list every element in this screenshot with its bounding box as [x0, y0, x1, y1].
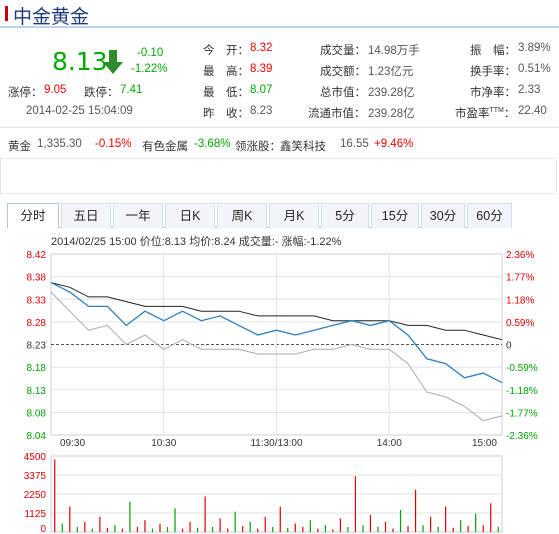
y2-tick-label: 2.36% [506, 250, 534, 261]
pe-colon: ： [503, 108, 516, 120]
high-label: 最 高： [203, 66, 249, 78]
x-tick-label: 10:30 [151, 438, 176, 449]
y2-tick-label: -1.18% [506, 386, 538, 397]
limit-up-value: 9.05 [44, 84, 67, 96]
y2-tick-label: -2.36% [506, 431, 538, 442]
turnover-rate-value: 0.51% [518, 63, 551, 75]
y-tick-label: 8.08 [27, 408, 47, 419]
leader-name[interactable]: 鑫笑科技 [280, 138, 326, 154]
y2-tick-label: 1.77% [506, 273, 534, 284]
leader-price: 16.55 [340, 138, 369, 150]
gold-price: 1,335.30 [37, 138, 82, 150]
y2-tick-label: 0.59% [506, 318, 534, 329]
page-title: 中金黄金 [13, 6, 90, 28]
chart-tabbar: 分时 五日 一年 日K 周K 月K 5分 15分 30分 60分 [7, 203, 512, 228]
limit-up-label: 涨停： [8, 87, 43, 99]
y-tick-label: 8.18 [27, 363, 47, 374]
y-tick-label: 8.23 [27, 341, 47, 352]
y2-tick-label: -0.59% [506, 363, 538, 374]
header-bar: 中金黄金 [0, 0, 559, 28]
turnover-value: 1.23亿元 [368, 66, 414, 78]
y-tick-label: 8.04 [27, 431, 47, 442]
pb-value: 2.33 [518, 84, 541, 96]
y2-tick-label: -1.77% [506, 408, 538, 419]
title-marker [5, 6, 8, 21]
open-label: 今 开： [203, 45, 249, 57]
tab-monthly-k[interactable]: 月K [269, 203, 319, 228]
y-tick-label: 8.38 [27, 273, 47, 284]
x-tick-label: 09:30 [60, 438, 85, 449]
arrow-down-icon [103, 50, 123, 74]
tab-30min[interactable]: 30分 [421, 203, 465, 228]
limit-down-value: 7.41 [120, 84, 143, 96]
chart-info-line: 2014/02/25 15:00 价位:8.13 均价:8.24 成交量:- 涨… [51, 234, 342, 248]
volume-value: 14.98万手 [368, 45, 420, 57]
x-tick-label: 14:00 [377, 438, 402, 449]
gold-label[interactable]: 黄金 [8, 138, 31, 154]
prev-close-label: 昨 收： [203, 108, 249, 120]
leader-label: 领涨股： [235, 141, 281, 153]
volume-tick-label: 1125 [24, 509, 46, 520]
y-tick-label: 8.13 [27, 386, 47, 397]
low-value: 8.07 [250, 84, 273, 96]
price-change-pct: -1.22% [131, 63, 168, 75]
volume-tick-label: 2250 [24, 490, 47, 501]
open-value: 8.32 [250, 42, 273, 54]
industry-label[interactable]: 有色金属 [142, 138, 188, 154]
tab-5min[interactable]: 5分 [321, 203, 369, 228]
leader-change: +9.46% [374, 138, 414, 150]
y2-tick-label: 0 [506, 341, 512, 352]
turnover-rate-label: 换手率： [470, 66, 516, 78]
turnover-label: 成交额： [320, 66, 366, 78]
sector-line: 黄金 1,335.30 -0.15% 有色金属 -3.68% 领涨股： 鑫笑科技… [0, 133, 559, 155]
x-tick-label: 15:00 [472, 438, 497, 449]
volume-tick-label: 0 [40, 524, 46, 534]
quote-datetime: 2014-02-25 15:04:09 [26, 105, 133, 117]
amplitude-value: 3.89% [518, 42, 551, 54]
amplitude-label: 振 幅： [470, 45, 516, 57]
float-cap-label: 流通市值： [308, 108, 366, 120]
tab-60min[interactable]: 60分 [467, 203, 512, 228]
pe-label-text: 市盈率 [455, 108, 490, 120]
pb-label: 市净率： [470, 87, 516, 99]
price-grid [50, 253, 503, 436]
low-label: 最 低： [203, 87, 249, 99]
limit-down-label: 跌停： [84, 87, 119, 99]
volume-tick-label: 4500 [24, 452, 47, 463]
gold-change: -0.15% [95, 138, 132, 150]
float-cap-value: 239.28亿 [368, 108, 415, 120]
high-value: 8.39 [250, 63, 273, 75]
y-tick-label: 8.28 [27, 318, 47, 329]
x-tick-label: 11:30/13:00 [250, 438, 303, 449]
prev-close-value: 8.23 [250, 105, 273, 117]
pe-label: 市盈率TTM： [455, 105, 515, 121]
volume-bars [54, 459, 499, 532]
market-cap-label: 总市值： [320, 87, 366, 99]
tab-weekly-k[interactable]: 周K [217, 203, 267, 228]
current-price: 8.13 [52, 47, 108, 76]
pe-ttm-sup: TTM [489, 107, 504, 115]
tab-15min[interactable]: 15分 [371, 203, 419, 228]
y-tick-label: 8.33 [27, 295, 47, 306]
market-cap-value: 239.28亿 [368, 87, 415, 99]
tab-intraday[interactable]: 分时 [7, 203, 59, 228]
y-tick-label: 8.42 [27, 250, 47, 261]
volume-tick-label: 3375 [24, 471, 47, 482]
intraday-chart: 2014/02/25 15:00 价位:8.13 均价:8.24 成交量:- 涨… [24, 234, 538, 534]
quote-divider [0, 127, 559, 128]
price-axes: 8.42 2.36% 8.38 1.77% 8.33 1.18% 8.28 0.59% 8.23… [27, 250, 538, 449]
tab-daily-k[interactable]: 日K [165, 203, 215, 228]
volume-label: 成交量： [320, 45, 366, 57]
industry-change: -3.68% [194, 138, 231, 150]
price-change: -0.10 [137, 47, 164, 59]
tab-5day[interactable]: 五日 [61, 203, 111, 228]
y2-tick-label: 1.18% [506, 295, 534, 306]
blank-panel [0, 158, 557, 194]
tab-1year[interactable]: 一年 [113, 203, 163, 228]
pe-value: 22.40 [518, 105, 547, 117]
